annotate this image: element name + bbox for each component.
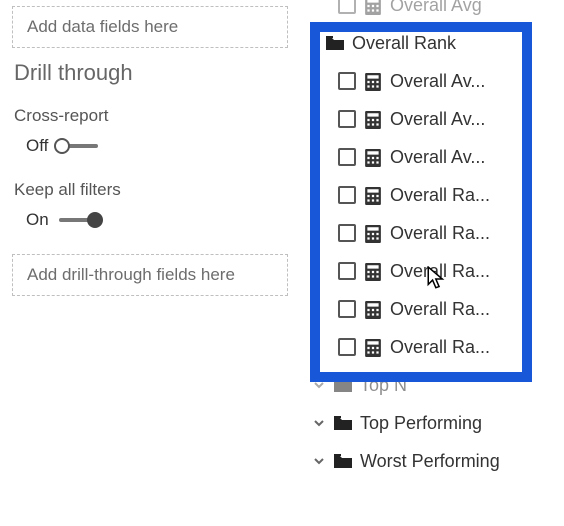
calculator-icon [364, 0, 382, 13]
toggle-knob [54, 138, 70, 154]
field-label: Overall Ra... [390, 299, 490, 320]
calculator-icon [364, 339, 382, 355]
folder-top-n[interactable]: Top N [308, 366, 556, 404]
field-row[interactable]: Overall Ra... [308, 176, 556, 214]
checkbox[interactable] [338, 148, 356, 166]
calculator-icon [364, 263, 382, 279]
checkbox[interactable] [338, 338, 356, 356]
field-label: Overall Av... [390, 71, 485, 92]
checkbox[interactable] [338, 262, 356, 280]
field-label: Overall Av... [390, 147, 485, 168]
data-fields-placeholder: Add data fields here [27, 17, 178, 36]
keep-filters-state-text: On [26, 210, 49, 230]
cross-report-label: Cross-report [14, 106, 288, 126]
chevron-down-icon [312, 379, 326, 391]
field-row[interactable]: Overall Ra... [308, 328, 556, 366]
calculator-icon [364, 225, 382, 241]
folder-label: Top N [360, 375, 407, 396]
field-label: Overall Av... [390, 109, 485, 130]
folder-label: Top Performing [360, 413, 482, 434]
checkbox[interactable] [338, 224, 356, 242]
field-row[interactable]: Overall Ra... [308, 214, 556, 252]
folder-worst-performing[interactable]: Worst Performing [308, 442, 556, 480]
field-row-partial[interactable]: Overall Avg [308, 0, 556, 24]
drill-through-placeholder: Add drill-through fields here [27, 265, 235, 284]
folder-icon [334, 415, 352, 431]
fields-pane: Overall Avg Overall Rank Overall Av... O… [300, 0, 564, 526]
folder-label: Worst Performing [360, 451, 500, 472]
chevron-down-icon [312, 455, 326, 467]
folder-icon [334, 377, 352, 393]
checkbox[interactable] [338, 186, 356, 204]
cross-report-toggle[interactable]: Off [26, 136, 288, 156]
folder-icon [326, 35, 344, 51]
folder-label: Overall Rank [352, 33, 456, 54]
field-label: Overall Ra... [390, 337, 490, 358]
calculator-icon [364, 73, 382, 89]
chevron-down-icon [312, 417, 326, 429]
checkbox[interactable] [338, 72, 356, 90]
field-row[interactable]: Overall Av... [308, 138, 556, 176]
folder-top-performing[interactable]: Top Performing [308, 404, 556, 442]
field-row[interactable]: Overall Av... [308, 62, 556, 100]
toggle-track [59, 218, 99, 222]
field-row[interactable]: Overall Ra... [308, 252, 556, 290]
checkbox[interactable] [338, 300, 356, 318]
calculator-icon [364, 111, 382, 127]
visualizations-pane-left: Add data fields here Drill through Cross… [0, 0, 300, 526]
folder-overall-rank[interactable]: Overall Rank [308, 24, 556, 62]
cross-report-state-text: Off [26, 136, 48, 156]
field-row[interactable]: Overall Av... [308, 100, 556, 138]
toggle-track [58, 144, 98, 148]
checkbox[interactable] [338, 0, 356, 14]
toggle-knob [87, 212, 103, 228]
field-label: Overall Ra... [390, 261, 490, 282]
field-label: Overall Ra... [390, 185, 490, 206]
drill-through-dropzone[interactable]: Add drill-through fields here [12, 254, 288, 296]
data-fields-dropzone[interactable]: Add data fields here [12, 6, 288, 48]
field-row[interactable]: Overall Ra... [308, 290, 556, 328]
calculator-icon [364, 301, 382, 317]
drill-through-title: Drill through [14, 60, 288, 86]
folder-icon [334, 453, 352, 469]
calculator-icon [364, 149, 382, 165]
field-label: Overall Ra... [390, 223, 490, 244]
calculator-icon [364, 187, 382, 203]
keep-all-filters-toggle[interactable]: On [26, 210, 288, 230]
checkbox[interactable] [338, 110, 356, 128]
keep-all-filters-label: Keep all filters [14, 180, 288, 200]
field-label: Overall Avg [390, 0, 482, 16]
